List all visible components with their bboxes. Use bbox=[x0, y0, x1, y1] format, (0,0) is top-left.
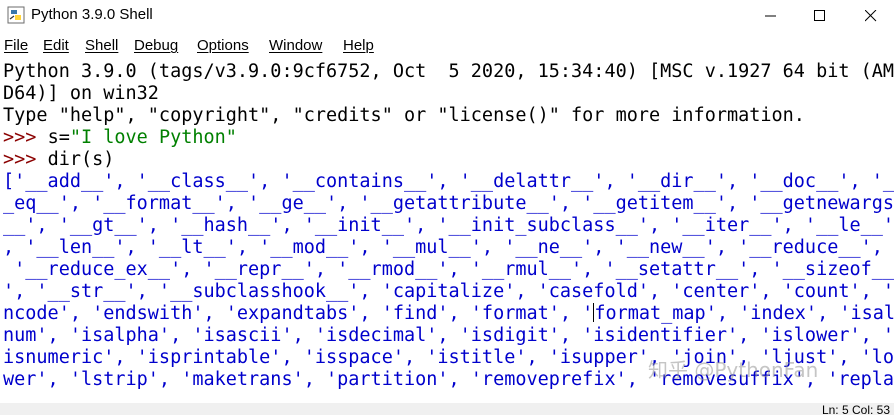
menu-help[interactable]: Help bbox=[343, 37, 374, 54]
command-line: >>> dir(s) bbox=[3, 149, 114, 171]
string-literal: "I love Python" bbox=[69, 127, 237, 148]
menu-bar: File Edit Shell Debug Options Window Hel… bbox=[0, 33, 894, 59]
status-bar: Ln: 5 Col: 53 bbox=[0, 403, 894, 417]
menu-window[interactable]: Window bbox=[269, 37, 322, 54]
output-line: '__reduce_ex__', '__repr__', '__rmod__',… bbox=[3, 259, 894, 280]
command-line: >>> s="I love Python" bbox=[3, 127, 237, 149]
close-button[interactable] bbox=[848, 0, 894, 31]
minimize-icon bbox=[765, 15, 776, 16]
minimize-button[interactable] bbox=[748, 0, 794, 31]
menu-debug[interactable]: Debug bbox=[134, 37, 178, 54]
banner-line: Type "help", "copyright", "credits" or "… bbox=[3, 105, 805, 126]
banner-line: Python 3.9.0 (tags/v3.9.0:9cf6752, Oct 5… bbox=[3, 61, 894, 82]
code-text: s= bbox=[47, 127, 70, 148]
maximize-button[interactable] bbox=[797, 0, 843, 31]
output-line: ['__add__', '__class__', '__contains__',… bbox=[3, 171, 894, 192]
output-line: , '__len__', '__lt__', '__mod__', '__mul… bbox=[3, 237, 883, 258]
menu-edit[interactable]: Edit bbox=[43, 37, 69, 54]
menu-options[interactable]: Options bbox=[197, 37, 249, 54]
output-line: ncode', 'endswith', 'expandtabs', 'find'… bbox=[3, 303, 894, 325]
menu-file[interactable]: File bbox=[4, 37, 28, 54]
banner-line: D64)] on win32 bbox=[3, 83, 159, 104]
output-line: ', '__str__', '__subclasshook__', 'capit… bbox=[3, 281, 894, 302]
window-title: Python 3.9.0 Shell bbox=[31, 6, 153, 23]
code-text: dir(s) bbox=[47, 149, 115, 170]
shell-text-area[interactable]: Python 3.9.0 (tags/v3.9.0:9cf6752, Oct 5… bbox=[0, 59, 894, 403]
watermark: 知乎 @PythonFan bbox=[648, 358, 819, 382]
output-line: __', '__gt__', '__hash__', '__init__', '… bbox=[3, 215, 894, 236]
title-bar[interactable]: Python 3.9.0 Shell bbox=[0, 0, 894, 31]
close-icon bbox=[865, 9, 877, 21]
menu-shell[interactable]: Shell bbox=[85, 37, 118, 54]
output-text: ncode', 'endswith', 'expandtabs', 'find'… bbox=[3, 303, 594, 324]
output-text: format_map', 'index', 'isal bbox=[594, 303, 894, 324]
output-line: num', 'isalpha', 'isascii', 'isdecimal',… bbox=[3, 325, 894, 346]
output-line: _eq__', '__format__', '__ge__', '__getat… bbox=[3, 193, 894, 214]
prompt: >>> bbox=[3, 149, 48, 170]
maximize-icon bbox=[814, 9, 825, 21]
python-idle-icon bbox=[7, 6, 25, 24]
prompt: >>> bbox=[3, 127, 48, 148]
